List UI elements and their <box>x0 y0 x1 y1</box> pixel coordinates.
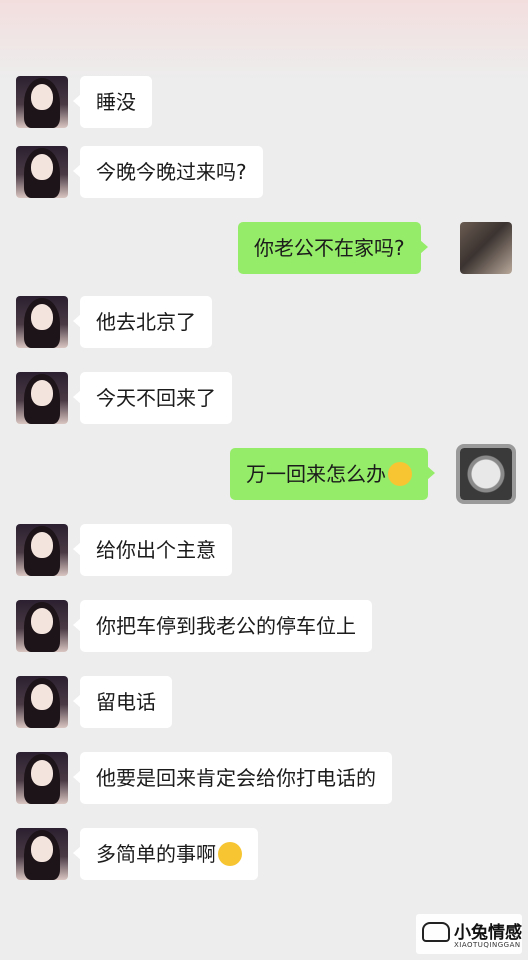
girl-avatar[interactable] <box>16 372 68 424</box>
message-bubble-incoming[interactable]: 他要是回来肯定会给你打电话的 <box>73 752 392 804</box>
scream-emoji-icon <box>388 461 412 486</box>
girl-avatar[interactable] <box>16 76 68 128</box>
message-bubble-incoming[interactable]: 今晚今晚过来吗? <box>73 146 263 198</box>
message-bubble-incoming[interactable]: 给你出个主意 <box>73 524 232 576</box>
girl-avatar[interactable] <box>16 146 68 198</box>
kiss-emoji-icon <box>218 841 242 866</box>
man-avatar[interactable] <box>460 222 512 274</box>
message-text: 多简单的事啊 <box>96 842 216 866</box>
girl-avatar[interactable] <box>16 752 68 804</box>
watermark-subtitle: XIAOTUQINGGAN <box>454 941 521 949</box>
message-bubble-incoming[interactable]: 多简单的事啊 <box>73 828 258 880</box>
watch-avatar[interactable] <box>456 444 516 504</box>
girl-avatar[interactable] <box>16 600 68 652</box>
message-bubble-outgoing[interactable]: 你老公不在家吗? <box>238 222 428 274</box>
watermark: 小兔情感 XIAOTUQINGGAN <box>416 914 522 954</box>
girl-avatar[interactable] <box>16 296 68 348</box>
watermark-title: 小兔情感 <box>454 923 522 943</box>
girl-avatar[interactable] <box>16 676 68 728</box>
message-bubble-incoming[interactable]: 留电话 <box>73 676 172 728</box>
message-bubble-incoming[interactable]: 睡没 <box>73 76 152 128</box>
message-bubble-incoming[interactable]: 他去北京了 <box>73 296 212 348</box>
message-text: 万一回来怎么办 <box>246 462 386 486</box>
rabbit-glasses-logo-icon <box>422 922 450 942</box>
girl-avatar[interactable] <box>16 828 68 880</box>
message-bubble-outgoing[interactable]: 万一回来怎么办 <box>230 448 435 500</box>
message-bubble-incoming[interactable]: 你把车停到我老公的停车位上 <box>73 600 372 652</box>
chat-message-list[interactable]: 睡没 今晚今晚过来吗? 你老公不在家吗? 他去北京了 今天不回来了 万一回来怎么… <box>0 0 528 960</box>
message-bubble-incoming[interactable]: 今天不回来了 <box>73 372 232 424</box>
girl-avatar[interactable] <box>16 524 68 576</box>
